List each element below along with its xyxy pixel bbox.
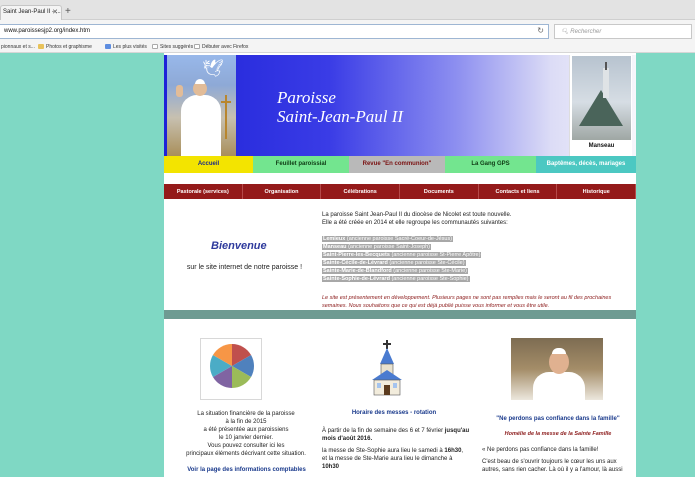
page-icon xyxy=(194,44,200,49)
quote-title[interactable]: "Ne perdons pas confiance dans la famill… xyxy=(482,416,634,422)
bookmark-icon xyxy=(105,44,111,49)
community-item: Sainte-Marie-de-Blandford (ancienne paro… xyxy=(322,268,468,274)
menu-item-pastorale[interactable]: Pastorale (services) xyxy=(164,184,243,199)
pope-francis-photo xyxy=(511,338,603,400)
bookmark-item[interactable]: Les plus visités xyxy=(105,44,147,50)
development-note: Le site est présentement en développemen… xyxy=(322,295,612,309)
mass-schedule-text: À partir de la fin de semaine des 6 et 7… xyxy=(322,428,470,470)
community-list: Lemieux (ancienne paroisse Sacré-Coeur-d… xyxy=(322,235,634,283)
url-text: www.paroissesjp2.org/index.htm xyxy=(4,28,91,34)
address-bar[interactable]: www.paroissesjp2.org/index.htm ↻ xyxy=(0,24,549,39)
search-input[interactable]: 🔍︎ Rechercher xyxy=(554,24,692,39)
menu-item-baptemes[interactable]: Baptêmes, décès, mariages xyxy=(536,156,636,173)
bookmark-item[interactable]: Débuter avec Firefox xyxy=(194,44,248,50)
community-item: Sainte-Sophie-de-Lévrard (ancienne paroi… xyxy=(322,276,470,282)
header-banner: 🕊︎ Paroisse Saint-Jean-Paul II Manseau xyxy=(164,55,636,156)
bookmark-item[interactable]: pionnaux et s... xyxy=(1,44,35,50)
top-menu: Accueil Feuillet paroissial Revue "En co… xyxy=(164,156,636,173)
menu-item-documents[interactable]: Documents xyxy=(400,184,479,199)
menu-item-organisation[interactable]: Organisation xyxy=(243,184,322,199)
main-menu: Pastorale (services) Organisation Célébr… xyxy=(164,184,636,199)
folder-icon xyxy=(38,44,44,49)
pie-chart-icon xyxy=(210,344,254,388)
community-item: Saint-Pierre-les-Becquets (ancienne paro… xyxy=(322,252,482,258)
bookmark-item[interactable]: Sites suggérés xyxy=(152,44,193,50)
finance-pie-image[interactable] xyxy=(200,338,262,400)
browser-tab[interactable]: Saint Jean-Paul II - ... ✕ xyxy=(0,5,62,20)
menu-item-historique[interactable]: Historique xyxy=(557,184,636,199)
quote-text: « Ne perdons pas confiance dans la famil… xyxy=(482,447,623,473)
community-item: Lemieux (ancienne paroisse Sacré-Coeur-d… xyxy=(322,236,454,242)
section-divider xyxy=(164,310,636,319)
page-icon xyxy=(152,44,158,49)
church-caption: Manseau xyxy=(588,143,615,149)
page-viewport: 🕊︎ Paroisse Saint-Jean-Paul II Manseau A… xyxy=(0,53,695,477)
welcome-subtitle: sur le site internet de notre paroisse ! xyxy=(186,264,303,271)
church-photo xyxy=(572,56,631,140)
new-tab-button[interactable]: + xyxy=(65,6,71,17)
dove-icon: 🕊︎ xyxy=(202,59,224,78)
menu-item-revue[interactable]: Revue "En communion" xyxy=(349,156,445,173)
intro-text: La paroisse Saint Jean-Paul II du diocès… xyxy=(322,212,512,226)
quote-subtitle: Homélie de la messe de la Sainte Famille xyxy=(504,431,612,437)
menu-item-feuillet[interactable]: Feuillet paroissial xyxy=(253,156,349,173)
menu-item-celebrations[interactable]: Célébrations xyxy=(321,184,401,199)
bookmarks-bar: pionnaux et s... Photos et graphisme Les… xyxy=(0,42,695,53)
close-tab-icon[interactable]: ✕ xyxy=(52,8,58,16)
menu-item-gang-gps[interactable]: La Gang GPS xyxy=(445,156,536,173)
site-title: Paroisse Saint-Jean-Paul II xyxy=(277,88,404,126)
menu-item-contacts[interactable]: Contacts et liens xyxy=(479,184,558,199)
browser-navbar: www.paroissesjp2.org/index.htm ↻ 🔍︎ Rech… xyxy=(0,20,695,42)
menu-item-accueil[interactable]: Accueil xyxy=(164,156,253,173)
search-icon: 🔍︎ xyxy=(561,29,569,35)
parish-page: 🕊︎ Paroisse Saint-Jean-Paul II Manseau A… xyxy=(164,53,636,477)
chapel-icon xyxy=(372,340,402,396)
bookmark-item[interactable]: Photos et graphisme xyxy=(38,44,92,50)
church-photo-box: Manseau xyxy=(569,55,632,156)
browser-tabbar: Saint Jean-Paul II - ... ✕ + xyxy=(0,0,695,20)
mass-schedule-title[interactable]: Horaire des messes - rotation xyxy=(344,410,444,416)
reload-icon[interactable]: ↻ xyxy=(537,26,544,35)
welcome-title: Bienvenue xyxy=(211,240,267,252)
community-item: Manseau (ancienne paroisse Saint-Joseph) xyxy=(322,244,432,250)
search-placeholder: Rechercher xyxy=(570,29,602,35)
finance-link[interactable]: Voir la page des informations comptables xyxy=(174,467,319,473)
pope-john-paul-photo: 🕊︎ xyxy=(167,55,236,156)
finance-text: La situation financière de la paroisse à… xyxy=(186,411,306,457)
community-item: Sainte-Cécile-de-Lévrard (ancienne paroi… xyxy=(322,260,466,266)
